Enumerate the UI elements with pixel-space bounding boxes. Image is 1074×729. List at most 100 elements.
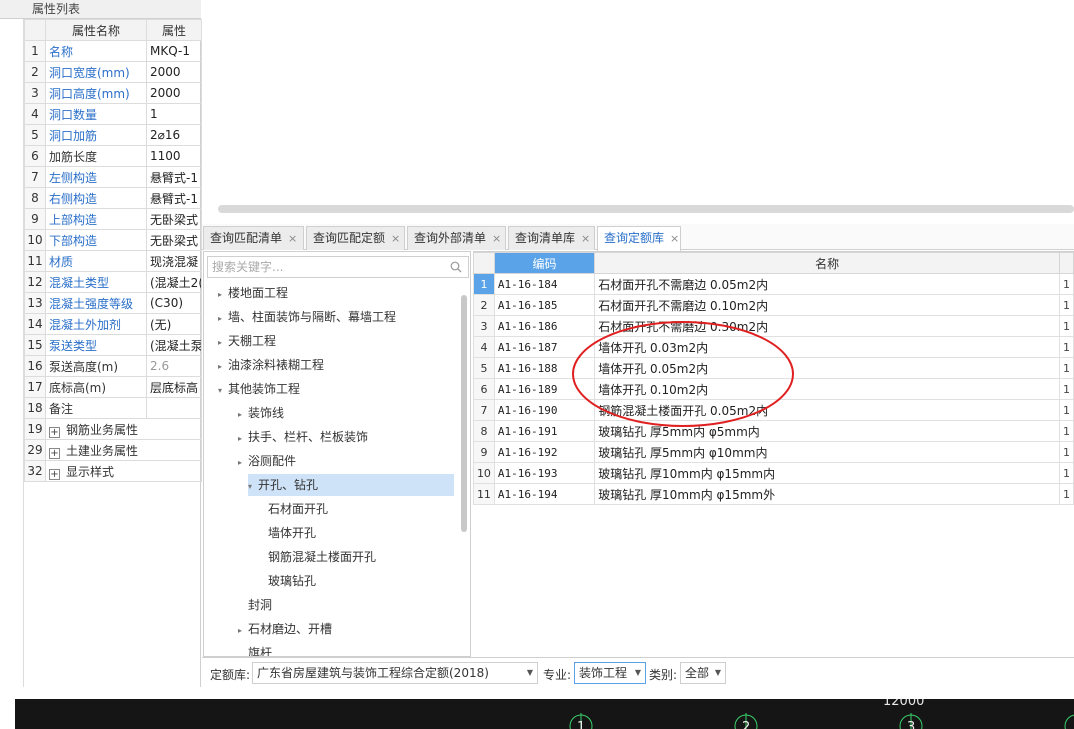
property-row[interactable]: 13 混凝土强度等级 (C30)	[24, 292, 202, 314]
tree-node[interactable]: 玻璃钻孔	[258, 570, 316, 592]
quota-code[interactable]: A1-16-192	[493, 441, 596, 463]
quota-code[interactable]: A1-16-189	[493, 378, 596, 400]
tree-node[interactable]: ▸ 油漆涂料裱糊工程	[218, 354, 324, 376]
quota-code[interactable]: A1-16-184	[493, 273, 596, 295]
chevron-right-icon[interactable]: ▸	[218, 332, 228, 354]
expand-icon[interactable]: +	[49, 468, 60, 480]
property-value[interactable]: (无)	[146, 313, 202, 335]
tree-node[interactable]: ▸ 浴厕配件	[238, 450, 296, 472]
search-box[interactable]	[207, 256, 469, 278]
table-row[interactable]: 6 A1-16-189 墙体开孔 0.10m2内 1	[473, 378, 1074, 400]
property-value[interactable]: 2000	[146, 82, 202, 104]
property-value[interactable]: 2⌀16	[146, 124, 202, 146]
property-group-row[interactable]: 32 + 显示样式	[24, 460, 202, 482]
category-select[interactable]: 全部 ▼	[680, 662, 726, 684]
table-row[interactable]: 11 A1-16-194 玻璃钻孔 厚10mm内 φ15mm外 1	[473, 483, 1074, 505]
tab-query-2[interactable]: 查询匹配定额 ×	[306, 226, 405, 250]
chevron-right-icon[interactable]: ▸	[218, 308, 228, 330]
tree-node[interactable]: ▸ 天棚工程	[218, 330, 276, 352]
property-value[interactable]: 无卧梁式	[146, 229, 202, 251]
close-icon[interactable]: ×	[391, 232, 400, 245]
property-row[interactable]: 4 洞口数量 1	[24, 103, 202, 125]
table-row[interactable]: 1 A1-16-184 石材面开孔不需磨边 0.05m2内 1	[473, 273, 1074, 295]
tree-node[interactable]: ▸ 石材磨边、开槽	[238, 618, 332, 640]
quota-name[interactable]: 钢筋混凝土楼面开孔 0.05m2内	[594, 399, 1060, 421]
tree-node[interactable]: ▾ 开孔、钻孔	[248, 474, 454, 496]
tree-node[interactable]: 旗杆	[238, 642, 272, 656]
tab-query-4[interactable]: 查询清单库 ×	[508, 226, 595, 250]
quota-code[interactable]: A1-16-185	[493, 294, 596, 316]
major-select[interactable]: 装饰工程 ▼	[574, 662, 646, 684]
chevron-right-icon[interactable]: ▸	[238, 452, 248, 474]
close-icon[interactable]: ×	[581, 232, 590, 245]
property-value[interactable]: MKQ-1	[146, 40, 202, 62]
quota-code[interactable]: A1-16-194	[493, 483, 596, 505]
chevron-down-icon[interactable]: ▾	[248, 476, 258, 498]
quota-name[interactable]: 墙体开孔 0.03m2内	[594, 336, 1060, 358]
chevron-right-icon[interactable]: ▸	[238, 620, 248, 642]
property-value[interactable]: 层底标高	[146, 376, 202, 398]
property-value[interactable]: 2.6	[146, 355, 202, 377]
property-row[interactable]: 6 加筋长度 1100	[24, 145, 202, 167]
quota-name[interactable]: 石材面开孔不需磨边 0.30m2内	[594, 315, 1060, 337]
table-row[interactable]: 4 A1-16-187 墙体开孔 0.03m2内 1	[473, 336, 1074, 358]
tree-scrollbar[interactable]	[461, 295, 467, 532]
quota-name[interactable]: 墙体开孔 0.05m2内	[594, 357, 1060, 379]
tree-node[interactable]: ▸ 墙、柱面装饰与隔断、幕墙工程	[218, 306, 396, 328]
quota-code[interactable]: A1-16-188	[493, 357, 596, 379]
property-group-row[interactable]: 19 + 钢筋业务属性	[24, 418, 202, 440]
close-icon[interactable]: ×	[288, 232, 297, 245]
property-value[interactable]: 1100	[146, 145, 202, 167]
tab-query-1[interactable]: 查询匹配清单 ×	[203, 226, 304, 250]
property-row[interactable]: 18 备注	[24, 397, 202, 419]
table-row[interactable]: 10 A1-16-193 玻璃钻孔 厚10mm内 φ15mm内 1	[473, 462, 1074, 484]
quota-code[interactable]: A1-16-193	[493, 462, 596, 484]
table-row[interactable]: 7 A1-16-190 钢筋混凝土楼面开孔 0.05m2内 1	[473, 399, 1074, 421]
header-name[interactable]: 名称	[594, 252, 1060, 274]
quota-name[interactable]: 玻璃钻孔 厚5mm内 φ10mm内	[594, 441, 1060, 463]
property-value[interactable]: 无卧梁式	[146, 208, 202, 230]
quota-lib-select[interactable]: 广东省房屋建筑与装饰工程综合定额(2018) ▼	[252, 662, 538, 684]
tree-node[interactable]: ▾ 其他装饰工程	[218, 378, 300, 400]
property-group[interactable]: + 显示样式	[45, 460, 202, 482]
tree-node[interactable]: ▸ 楼地面工程	[218, 282, 288, 304]
property-value[interactable]: (C30)	[146, 292, 202, 314]
tree-node[interactable]: 钢筋混凝土楼面开孔	[258, 546, 376, 568]
property-row[interactable]: 10 下部构造 无卧梁式	[24, 229, 202, 251]
tree-node[interactable]: 墙体开孔	[258, 522, 316, 544]
property-value[interactable]	[146, 397, 202, 419]
tree-node[interactable]: 封洞	[238, 594, 272, 616]
table-row[interactable]: 8 A1-16-191 玻璃钻孔 厚5mm内 φ5mm内 1	[473, 420, 1074, 442]
property-row[interactable]: 1 名称 MKQ-1	[24, 40, 202, 62]
property-row[interactable]: 15 泵送类型 (混凝土泵	[24, 334, 202, 356]
search-input[interactable]	[208, 257, 438, 277]
property-value[interactable]: 悬臂式-1	[146, 187, 202, 209]
tab-query-3[interactable]: 查询外部清单 ×	[407, 226, 506, 250]
quota-code[interactable]: A1-16-187	[493, 336, 596, 358]
expand-icon[interactable]: +	[49, 447, 60, 459]
quota-name[interactable]: 玻璃钻孔 厚10mm内 φ15mm内	[594, 462, 1060, 484]
expand-icon[interactable]: +	[49, 426, 60, 438]
quota-name[interactable]: 石材面开孔不需磨边 0.05m2内	[594, 273, 1060, 295]
chevron-down-icon[interactable]: ▾	[218, 380, 228, 402]
table-row[interactable]: 2 A1-16-185 石材面开孔不需磨边 0.10m2内 1	[473, 294, 1074, 316]
header-code[interactable]: 编码	[493, 252, 596, 274]
property-value[interactable]: (混凝土2(	[146, 271, 202, 293]
search-icon[interactable]	[450, 261, 462, 273]
property-value[interactable]: (混凝土泵	[146, 334, 202, 356]
table-row[interactable]: 3 A1-16-186 石材面开孔不需磨边 0.30m2内 1	[473, 315, 1074, 337]
quota-code[interactable]: A1-16-190	[493, 399, 596, 421]
tree-node[interactable]: 石材面开孔	[258, 498, 328, 520]
chevron-right-icon[interactable]: ▸	[218, 356, 228, 378]
chevron-right-icon[interactable]: ▸	[238, 404, 248, 426]
quota-name[interactable]: 石材面开孔不需磨边 0.10m2内	[594, 294, 1060, 316]
property-row[interactable]: 12 混凝土类型 (混凝土2(	[24, 271, 202, 293]
drawing-canvas[interactable]: 12000 1 2 3	[15, 699, 1074, 729]
quota-name[interactable]: 玻璃钻孔 厚5mm内 φ5mm内	[594, 420, 1060, 442]
property-group[interactable]: + 钢筋业务属性	[45, 418, 202, 440]
property-row[interactable]: 9 上部构造 无卧梁式	[24, 208, 202, 230]
property-row[interactable]: 11 材质 现浇混凝	[24, 250, 202, 272]
tree-node[interactable]: ▸ 扶手、栏杆、栏板装饰	[238, 426, 368, 448]
property-value[interactable]: 1	[146, 103, 202, 125]
close-icon[interactable]: ×	[492, 232, 501, 245]
